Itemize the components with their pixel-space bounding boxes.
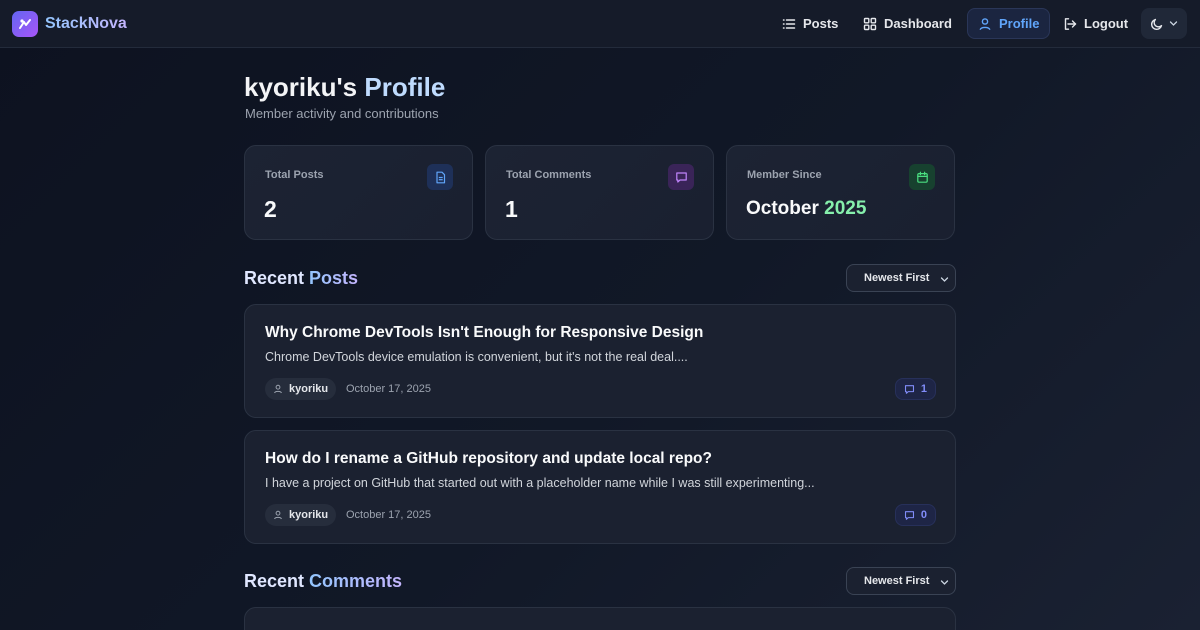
comment-count: 1 xyxy=(920,383,927,395)
message-icon xyxy=(904,510,914,520)
author-chip[interactable]: kyoriku xyxy=(265,378,337,400)
nav-logout-label: Logout xyxy=(1084,16,1129,31)
nav-dashboard-label: Dashboard xyxy=(884,16,952,31)
theme-toggle-button[interactable] xyxy=(1141,8,1187,39)
heading-word: Posts xyxy=(309,268,359,288)
brand-logo-icon xyxy=(12,11,38,37)
sort-label: Newest First xyxy=(864,575,930,587)
post-date: October 17, 2025 xyxy=(346,383,432,395)
stat-label: Member Since xyxy=(747,169,822,181)
user-icon xyxy=(979,17,991,30)
recent-comments-heading: Recent Comments xyxy=(244,571,402,592)
comment-count: 0 xyxy=(920,509,927,521)
comment-card[interactable] xyxy=(244,607,956,630)
moon-icon xyxy=(1150,18,1163,30)
brand[interactable]: StackNova xyxy=(12,11,127,37)
top-navbar: StackNova Posts Dashboard Profile Logout xyxy=(0,0,1200,48)
heading-word: Comments xyxy=(309,571,403,591)
comment-count-badge[interactable]: 0 xyxy=(894,504,936,526)
post-date: October 17, 2025 xyxy=(346,509,432,521)
post-excerpt: I have a project on GitHub that started … xyxy=(265,476,815,490)
author-chip[interactable]: kyoriku xyxy=(265,504,337,526)
author-name: kyoriku xyxy=(289,509,329,521)
chevron-down-icon xyxy=(940,277,949,282)
page-title: kyoriku's Profile xyxy=(244,72,445,103)
chevron-down-icon xyxy=(940,580,949,585)
nav-dashboard[interactable]: Dashboard xyxy=(853,8,962,39)
page-title-user: kyoriku's xyxy=(244,72,358,102)
heading-word: Recent xyxy=(244,571,305,591)
comment-count-badge[interactable]: 1 xyxy=(894,378,936,400)
calendar-icon xyxy=(909,164,935,190)
sort-label: Newest First xyxy=(864,272,930,284)
user-icon xyxy=(274,510,282,520)
nav-profile[interactable]: Profile xyxy=(967,8,1051,39)
author-name: kyoriku xyxy=(289,383,329,395)
message-icon xyxy=(904,384,914,394)
nav-posts[interactable]: Posts xyxy=(772,8,848,39)
stat-value: 2 xyxy=(264,196,277,222)
member-since-month: October xyxy=(746,198,819,219)
document-icon xyxy=(427,164,453,190)
logout-icon xyxy=(1064,17,1077,30)
post-card[interactable]: How do I rename a GitHub repository and … xyxy=(244,430,956,544)
user-icon xyxy=(274,384,282,394)
post-title[interactable]: How do I rename a GitHub repository and … xyxy=(265,450,712,468)
page-subtitle: Member activity and contributions xyxy=(245,106,439,121)
member-since-year: 2025 xyxy=(824,198,867,219)
nav-logout[interactable]: Logout xyxy=(1053,8,1138,39)
message-icon xyxy=(668,164,694,190)
post-title[interactable]: Why Chrome DevTools Isn't Enough for Res… xyxy=(265,324,703,342)
posts-sort-select[interactable]: Newest First xyxy=(846,264,956,292)
heading-word: Recent xyxy=(244,268,305,288)
stat-card-member-since: Member Since October 2025 xyxy=(726,145,955,240)
chevron-down-icon xyxy=(1169,21,1178,26)
post-excerpt: Chrome DevTools device emulation is conv… xyxy=(265,350,688,364)
stat-label: Total Posts xyxy=(265,169,324,181)
brand-name: StackNova xyxy=(45,15,127,32)
nav-profile-label: Profile xyxy=(999,16,1040,31)
stat-value: October 2025 xyxy=(746,198,866,220)
post-card[interactable]: Why Chrome DevTools Isn't Enough for Res… xyxy=(244,304,956,418)
page-title-word: Profile xyxy=(364,72,446,102)
recent-posts-heading: Recent Posts xyxy=(244,268,358,289)
comments-sort-select[interactable]: Newest First xyxy=(846,567,956,595)
stat-card-total-posts: Total Posts 2 xyxy=(244,145,473,240)
grid-icon xyxy=(863,17,877,30)
stat-label: Total Comments xyxy=(506,169,592,181)
stat-card-total-comments: Total Comments 1 xyxy=(485,145,714,240)
stat-value: 1 xyxy=(505,196,518,222)
list-icon xyxy=(782,18,796,29)
nav-posts-label: Posts xyxy=(803,16,839,31)
